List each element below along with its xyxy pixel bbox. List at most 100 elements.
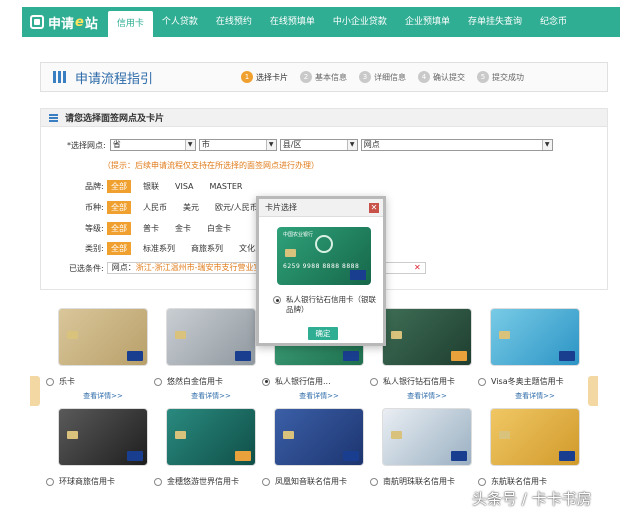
process-title: 申请流程指引 [75, 71, 154, 87]
radio-icon[interactable] [370, 377, 378, 386]
nav-item-deposit-loss[interactable]: 存单挂失查询 [459, 7, 531, 37]
site-logo[interactable]: 申请 e 站 [22, 7, 108, 37]
card-detail-link-3[interactable]: 查看详情>> [274, 391, 364, 401]
level-tag-all[interactable]: 全部 [107, 222, 131, 235]
nav-item-corp-prefill[interactable]: 企业预填单 [396, 7, 459, 37]
nav-item-credit-card[interactable]: 信用卡 [107, 11, 153, 37]
card-detail-link-2[interactable]: 查看详情>> [166, 391, 256, 401]
card-option-5[interactable]: Visa冬奥主题信用卡 [478, 376, 582, 387]
process-guide: 申请流程指引 1 选择卡片 2 基本信息 3 详细信息 4 确认提交 5 提交成功 [40, 62, 608, 92]
visa-icon [127, 451, 143, 461]
card-option-8[interactable]: 凤凰知音联名信用卡 [262, 476, 366, 487]
mastercard-icon [451, 351, 467, 361]
chip-icon [391, 431, 402, 439]
nav-item-online-booking[interactable]: 在线预约 [207, 7, 261, 37]
card-option-9[interactable]: 南航明珠联名信用卡 [370, 476, 474, 487]
card-detail-link-1[interactable]: 查看详情>> [58, 391, 148, 401]
hint-row: （提示：后续申请流程仅支持在所选择的面签网点进行办理） [103, 160, 319, 171]
step-success: 5 提交成功 [477, 71, 524, 83]
card-option-3[interactable]: 私人银行信用... [262, 376, 366, 387]
logo-icon [30, 15, 44, 29]
card-image-le[interactable] [58, 308, 148, 366]
condition-prefix: 网点： [111, 263, 136, 272]
card-option-10[interactable]: 东航联名信用卡 [478, 476, 582, 487]
radio-icon[interactable] [154, 477, 162, 486]
modal-card-option[interactable]: 私人银行钻石信用卡（银联品牌） [273, 295, 381, 315]
card-image-private-diamond[interactable] [382, 308, 472, 366]
currency-tag-rmb[interactable]: 人民币 [139, 201, 171, 214]
watermark: 头条号 / 卡卡书房 [472, 490, 592, 508]
card-option-2[interactable]: 悠然白金信用卡 [154, 376, 258, 387]
bank-name: 中国农业银行 [283, 232, 314, 238]
card-image-world-travel[interactable] [166, 408, 256, 466]
chip-icon [175, 431, 186, 439]
card-image-global-travel[interactable] [58, 408, 148, 466]
step-basic-info: 2 基本信息 [300, 71, 347, 83]
logo-text-pre: 申请 [48, 16, 75, 32]
radio-icon[interactable] [478, 377, 486, 386]
step-number: 4 [418, 71, 430, 83]
unionpay-icon [127, 351, 143, 361]
card-option-7[interactable]: 金穗悠游世界信用卡 [154, 476, 258, 487]
radio-icon[interactable] [370, 477, 378, 486]
radio-icon[interactable] [46, 377, 54, 386]
chip-icon [283, 431, 294, 439]
card-option-1[interactable]: 乐卡 [46, 376, 150, 387]
type-tag-all[interactable]: 全部 [107, 242, 131, 255]
confirm-button[interactable]: 确定 [308, 327, 338, 340]
radio-icon[interactable] [478, 477, 486, 486]
card-image-csair[interactable] [382, 408, 472, 466]
currency-tag-eur-rmb[interactable]: 欧元/人民币 [211, 201, 262, 214]
brand-tag-master[interactable]: MASTER [206, 181, 247, 192]
currency-tag-all[interactable]: 全部 [107, 201, 131, 214]
nav-item-online-prefill[interactable]: 在线预填单 [261, 7, 324, 37]
carousel-prev-button[interactable] [30, 376, 40, 406]
city-select[interactable]: 市 ▼ [198, 139, 277, 151]
logo-text-post: 站 [84, 16, 98, 32]
chip-icon [285, 249, 296, 257]
step-select-card: 1 选择卡片 [241, 71, 288, 83]
chip-icon [67, 431, 78, 439]
nav-item-coin[interactable]: 纪念币 [531, 7, 576, 37]
step-detail-info: 3 详细信息 [359, 71, 406, 83]
unionpay-icon [559, 451, 575, 461]
province-select[interactable]: 省 ▼ [109, 139, 196, 151]
card-image-phoenix[interactable] [274, 408, 364, 466]
books-icon [53, 71, 67, 83]
type-label: 类别: [85, 244, 104, 253]
radio-checked-icon[interactable] [273, 296, 281, 304]
radio-icon[interactable] [46, 477, 54, 486]
outlet-select[interactable]: 网点 ▼ [360, 139, 553, 151]
step-label: 确认提交 [433, 72, 465, 82]
condition-value: 浙江-浙江温州市-瑞安市支行营业室 [135, 263, 262, 272]
level-tag-standard[interactable]: 普卡 [139, 222, 163, 235]
nav-item-sme-loan[interactable]: 中小企业贷款 [324, 7, 396, 37]
card-option-4[interactable]: 私人银行钻石信用卡 [370, 376, 474, 387]
type-tag-standard[interactable]: 标准系列 [139, 242, 179, 255]
currency-tag-usd[interactable]: 美元 [179, 201, 203, 214]
card-option-6[interactable]: 环球商旅信用卡 [46, 476, 150, 487]
brand-tag-all[interactable]: 全部 [107, 180, 131, 193]
close-icon[interactable]: ✕ [369, 202, 379, 213]
type-tag-business[interactable]: 商旅系列 [187, 242, 227, 255]
level-row: 等级: 全部 普卡 金卡 白金卡 [85, 222, 243, 235]
card-image-youran[interactable] [166, 308, 256, 366]
card-detail-link-5[interactable]: 查看详情>> [490, 391, 580, 401]
close-icon[interactable]: ✕ [414, 263, 421, 272]
level-tag-platinum[interactable]: 白金卡 [203, 222, 235, 235]
nav-item-personal-loan[interactable]: 个人贷款 [153, 7, 207, 37]
level-tag-gold[interactable]: 金卡 [171, 222, 195, 235]
radio-icon[interactable] [262, 477, 270, 486]
card-image-ceair[interactable] [490, 408, 580, 466]
logo-text-e: e [75, 14, 84, 30]
card-image-visa-olympic[interactable] [490, 308, 580, 366]
radio-icon[interactable] [154, 377, 162, 386]
step-number: 2 [300, 71, 312, 83]
card-detail-link-4[interactable]: 查看详情>> [382, 391, 472, 401]
bank-emblem-icon [315, 235, 333, 253]
brand-tag-visa[interactable]: VISA [171, 181, 198, 192]
district-select[interactable]: 县/区 ▼ [279, 139, 358, 151]
brand-tag-unionpay[interactable]: 银联 [139, 180, 163, 193]
step-confirm: 4 确认提交 [418, 71, 465, 83]
radio-checked-icon[interactable] [262, 377, 270, 386]
